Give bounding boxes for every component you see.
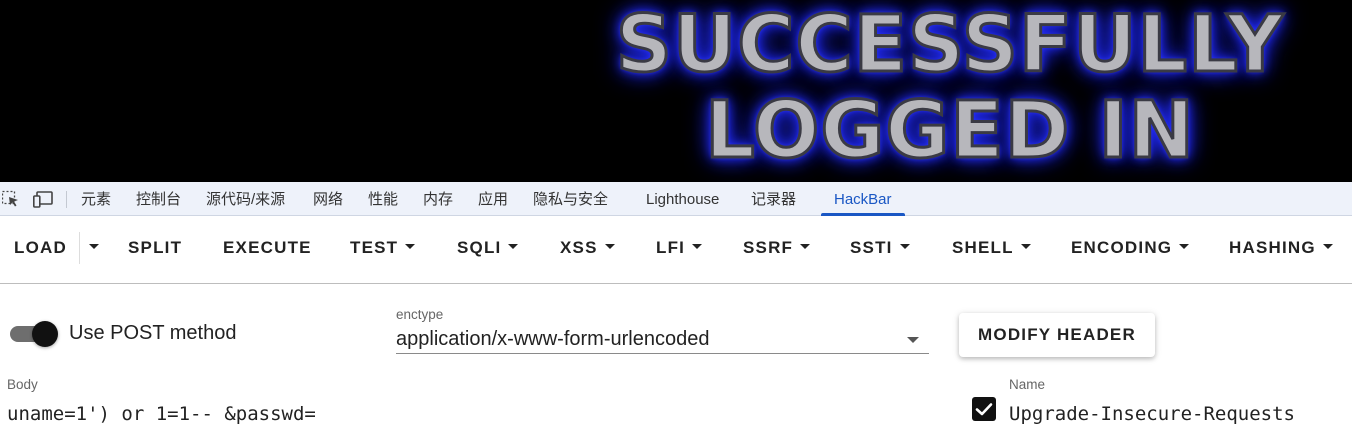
- tab-privacy-security[interactable]: 隐私与安全: [533, 182, 608, 216]
- ssrf-menu-label: SSRF: [743, 238, 794, 257]
- chevron-down-icon: [1179, 244, 1190, 250]
- post-method-toggle[interactable]: [10, 320, 58, 348]
- tab-lighthouse[interactable]: Lighthouse: [646, 182, 719, 216]
- tab-elements[interactable]: 元素: [81, 182, 111, 216]
- ssti-menu-label: SSTI: [850, 238, 893, 257]
- execute-button-label: EXECUTE: [223, 238, 312, 257]
- sqli-menu-label: SQLI: [457, 238, 502, 257]
- lfi-menu-label: LFI: [656, 238, 686, 257]
- chevron-down-icon: [899, 244, 910, 250]
- encoding-menu-label: ENCODING: [1071, 238, 1173, 257]
- load-menu-button[interactable]: [86, 216, 102, 280]
- test-menu-button[interactable]: TEST: [350, 216, 416, 280]
- shell-menu-label: SHELL: [952, 238, 1014, 257]
- tab-memory[interactable]: 内存: [423, 182, 453, 216]
- load-button-label: LOAD: [14, 238, 67, 257]
- banner-image: SUCCESSFULLY LOGGED IN: [0, 0, 1352, 182]
- test-menu-label: TEST: [350, 238, 399, 257]
- inspect-element-icon[interactable]: [2, 190, 20, 208]
- toggle-thumb: [32, 321, 58, 347]
- split-button[interactable]: SPLIT: [128, 216, 182, 280]
- chevron-down-icon: [405, 244, 416, 250]
- ssti-menu-button[interactable]: SSTI: [850, 216, 910, 280]
- enctype-value: application/x-www-form-urlencoded: [396, 328, 710, 350]
- chevron-down-icon: [508, 244, 519, 250]
- toolbar-divider: [79, 232, 80, 264]
- ssrf-menu-button[interactable]: SSRF: [743, 216, 811, 280]
- header-name-label: Name: [1009, 377, 1046, 392]
- chevron-down-icon: [89, 244, 99, 250]
- enctype-select[interactable]: application/x-www-form-urlencoded: [396, 324, 929, 354]
- header-name-input[interactable]: Upgrade-Insecure-Requests: [1009, 403, 1295, 425]
- encoding-menu-button[interactable]: ENCODING: [1071, 216, 1190, 280]
- hashing-menu-label: HASHING: [1229, 238, 1316, 257]
- chevron-down-icon: [800, 244, 811, 250]
- banner-line-1: SUCCESSFULLY: [614, 0, 1285, 90]
- xss-menu-label: XSS: [560, 238, 598, 257]
- checkmark-icon: [975, 403, 993, 416]
- enctype-label: enctype: [396, 307, 444, 322]
- dropdown-arrow-icon: [907, 337, 919, 343]
- tab-hackbar[interactable]: HackBar: [821, 182, 904, 216]
- tab-sources[interactable]: 源代码/来源: [206, 182, 285, 216]
- header-enabled-checkbox[interactable]: [972, 397, 996, 421]
- tab-recorder[interactable]: 记录器: [751, 182, 796, 216]
- tab-console[interactable]: 控制台: [136, 182, 181, 216]
- banner-line-2: LOGGED IN: [704, 86, 1196, 176]
- device-toolbar-icon[interactable]: [33, 190, 53, 208]
- body-label: Body: [7, 377, 38, 392]
- lfi-menu-button[interactable]: LFI: [656, 216, 703, 280]
- sqli-menu-button[interactable]: SQLI: [457, 216, 519, 280]
- chevron-down-icon: [692, 244, 703, 250]
- banner-text: SUCCESSFULLY LOGGED IN: [570, 0, 1330, 176]
- tab-performance[interactable]: 性能: [368, 182, 398, 216]
- split-button-label: SPLIT: [128, 238, 183, 257]
- body-input[interactable]: uname=1') or 1=1-- &passwd=: [7, 403, 907, 425]
- modify-header-button[interactable]: MODIFY HEADER: [959, 313, 1155, 357]
- hackbar-toolbar: LOAD SPLIT EXECUTE TEST SQLI XSS LFI SSR…: [0, 216, 1352, 284]
- chevron-down-icon: [1322, 244, 1333, 250]
- tab-application[interactable]: 应用: [478, 182, 508, 216]
- post-method-label: Use POST method: [69, 322, 237, 344]
- devtools-separator: [66, 191, 67, 208]
- tab-network[interactable]: 网络: [313, 182, 343, 216]
- execute-button[interactable]: EXECUTE: [223, 216, 312, 280]
- load-button[interactable]: LOAD: [14, 216, 67, 280]
- devtools-tab-bar: 元素 控制台 源代码/来源 网络 性能 内存 应用 隐私与安全 Lighthou…: [0, 182, 1352, 216]
- chevron-down-icon: [1020, 244, 1031, 250]
- hashing-menu-button[interactable]: HASHING: [1229, 216, 1333, 280]
- chevron-down-icon: [604, 244, 615, 250]
- shell-menu-button[interactable]: SHELL: [952, 216, 1031, 280]
- xss-menu-button[interactable]: XSS: [560, 216, 615, 280]
